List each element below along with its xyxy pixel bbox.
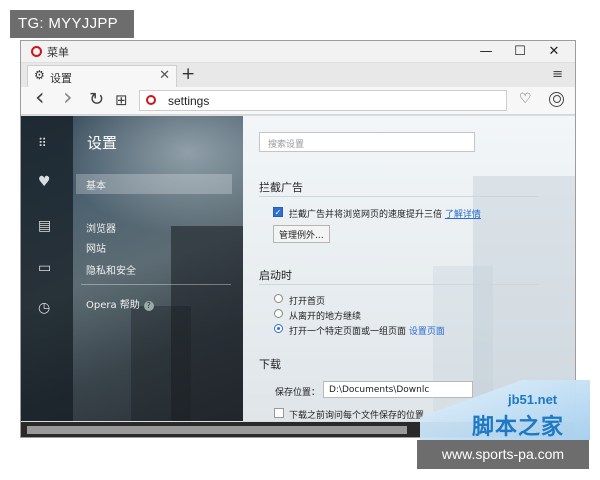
settings-content: ⠿ ♥ ▤ ▭ ◷ 设置 基本 浏览器 网站 隐私和安全 Opera 帮助? 搜… <box>21 116 575 421</box>
sidebar-item-privacy-security[interactable]: 隐私和安全 <box>86 262 136 277</box>
save-location-value: D:\Documents\Downlc <box>329 385 430 395</box>
adblock-label: 拦截广告并将浏览网页的速度提升三倍 了解详情 <box>289 207 481 220</box>
search-input[interactable]: 搜索设置 <box>259 132 475 152</box>
learn-more-link[interactable]: 了解详情 <box>445 210 481 220</box>
startup-radio-specific[interactable] <box>274 324 283 333</box>
tab-bar: ⚙ 设置 ✕ + ≡ <box>21 63 575 87</box>
menu-button[interactable]: 菜单 <box>47 44 69 60</box>
speed-dial-sidebar-icon[interactable]: ⠿ <box>38 136 47 150</box>
minimize-button[interactable]: — <box>469 42 503 62</box>
startup-radio-home[interactable] <box>274 294 283 303</box>
section-divider <box>259 196 539 197</box>
new-tab-button[interactable]: + <box>181 64 195 84</box>
heart-sidebar-icon[interactable]: ♥ <box>38 174 51 190</box>
sidebar-item-label: 基本 <box>86 181 106 192</box>
settings-main-panel: 搜索设置 拦截广告 ✓ 拦截广告并将浏览网页的速度提升三倍 了解详情 管理例外.… <box>243 116 575 421</box>
sidebar-item-websites[interactable]: 网站 <box>86 240 106 255</box>
opera-logo-icon[interactable] <box>31 46 42 57</box>
manage-exceptions-button[interactable]: 管理例外... <box>273 225 330 243</box>
tab-settings[interactable]: ⚙ 设置 ✕ <box>27 65 177 87</box>
opera-page-icon <box>146 95 156 105</box>
startup-heading: 启动时 <box>259 269 292 282</box>
title-bar: 菜单 — ☐ ✕ <box>21 41 575 63</box>
ask-location-label: 下载之前询问每个文件保存的位置 <box>289 411 425 421</box>
speed-dial-icon[interactable]: ⊞ <box>115 90 128 110</box>
back-button[interactable]: ‹ <box>35 85 45 109</box>
news-sidebar-icon[interactable]: ▤ <box>38 218 51 234</box>
top-left-watermark: TG: MYYJJPP <box>10 10 134 38</box>
download-heading: 下载 <box>259 358 281 371</box>
set-pages-link[interactable]: 设置页面 <box>409 327 445 337</box>
gear-icon: ⚙ <box>34 68 45 82</box>
startup-radio-continue[interactable] <box>274 309 283 318</box>
maximize-button[interactable]: ☐ <box>503 42 537 62</box>
address-bar[interactable]: settings <box>139 90 507 111</box>
site-url-watermark: jb51.net <box>508 392 558 407</box>
startup-option-specific-text: 打开一个特定页面或一组页面 <box>289 327 407 337</box>
help-label: Opera 帮助 <box>86 300 140 311</box>
startup-option-continue: 从离开的地方继续 <box>289 312 362 322</box>
navigation-bar: ‹ › ↻ ⊞ settings ♡ <box>21 85 575 115</box>
screenshot-canvas: TG: MYYJJPP 菜单 — ☐ ✕ ⚙ 设置 ✕ + ≡ ‹ › ↻ ⊞ <box>0 0 600 480</box>
save-location-label: 保存位置： <box>275 388 321 398</box>
site-name-watermark: 脚本之家 <box>472 415 565 440</box>
adblock-checkbox[interactable]: ✓ <box>273 207 283 217</box>
section-divider <box>259 284 539 285</box>
profile-icon[interactable] <box>549 92 564 107</box>
ask-location-checkbox[interactable] <box>274 408 284 418</box>
sidebar-item-help[interactable]: Opera 帮助? <box>86 296 154 311</box>
sidebar-background-building <box>131 306 191 421</box>
help-icon: ? <box>143 301 154 311</box>
tabs-sidebar-icon[interactable]: ▭ <box>38 260 51 276</box>
browser-window: 菜单 — ☐ ✕ ⚙ 设置 ✕ + ≡ ‹ › ↻ ⊞ settings ♡ ⠿… <box>20 40 576 438</box>
sidebar-item-basic[interactable]: 基本 <box>76 174 232 194</box>
search-placeholder: 搜索设置 <box>268 140 305 150</box>
startup-option-home: 打开首页 <box>289 297 326 307</box>
tab-menu-icon[interactable]: ≡ <box>552 67 563 82</box>
close-tab-button[interactable]: ✕ <box>159 68 170 83</box>
startup-option-specific: 打开一个特定页面或一组页面 设置页面 <box>289 324 445 337</box>
scrollbar-thumb[interactable] <box>27 426 407 434</box>
settings-sidebar: ⠿ ♥ ▤ ▭ ◷ 设置 基本 浏览器 网站 隐私和安全 Opera 帮助? <box>21 116 243 421</box>
address-text: settings <box>168 94 210 108</box>
adblock-label-text: 拦截广告并将浏览网页的速度提升三倍 <box>289 210 443 220</box>
history-sidebar-icon[interactable]: ◷ <box>38 300 50 316</box>
sidebar-item-browser[interactable]: 浏览器 <box>86 220 116 235</box>
bottom-right-watermark: www.sports-pa.com <box>417 440 589 469</box>
close-window-button[interactable]: ✕ <box>537 42 571 62</box>
adblock-heading: 拦截广告 <box>259 181 303 194</box>
heart-icon[interactable]: ♡ <box>519 91 532 107</box>
sidebar-title: 设置 <box>87 134 118 152</box>
reload-button[interactable]: ↻ <box>89 90 104 110</box>
sidebar-divider <box>81 284 231 285</box>
forward-button[interactable]: › <box>63 85 73 109</box>
